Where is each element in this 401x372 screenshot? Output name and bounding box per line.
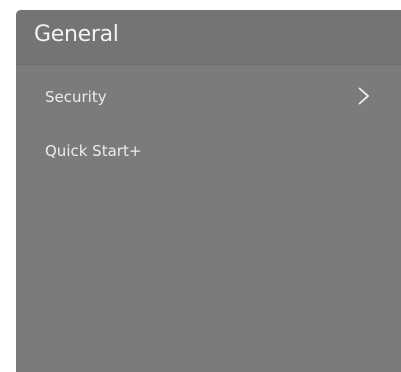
menu-item-label: Security: [45, 88, 107, 106]
menu-item-security[interactable]: Security: [16, 78, 401, 118]
settings-panel: General Security Quick Start+: [16, 10, 401, 372]
menu-item-quick-start-plus[interactable]: Quick Start+: [16, 132, 401, 172]
menu-item-label: Quick Start+: [45, 142, 142, 160]
chevron-right-icon: [356, 85, 372, 107]
panel-title: General: [34, 22, 119, 47]
panel-header: General: [16, 10, 401, 65]
